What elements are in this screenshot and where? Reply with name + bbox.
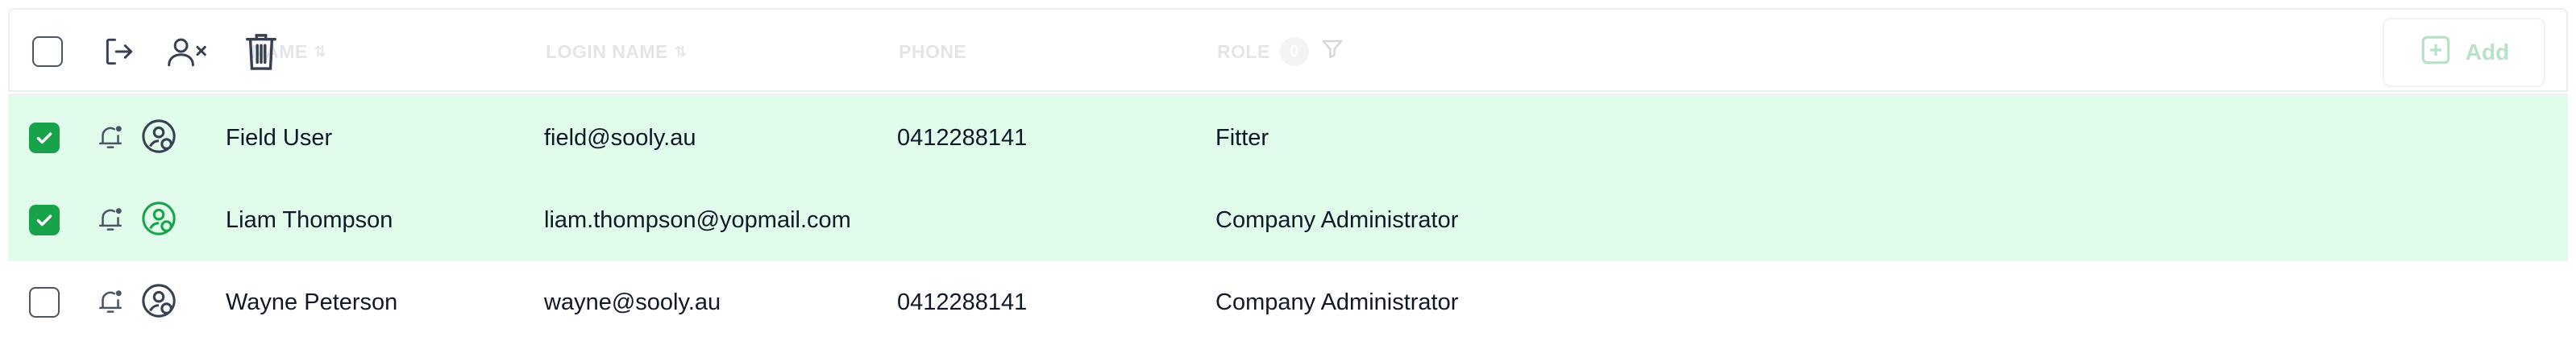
user-name: Liam Thompson [226, 206, 393, 233]
user-login: wayne@sooly.au [544, 289, 721, 315]
role-filter-count-badge: 0 [1279, 37, 1309, 66]
notification-bell-icon[interactable] [95, 203, 126, 239]
user-phone: 0412288141 [897, 289, 1028, 315]
user-role: Company Administrator [1215, 289, 1459, 315]
plus-square-icon [2419, 33, 2453, 73]
row-checkbox[interactable] [29, 205, 60, 235]
table-row[interactable]: Field User field@sooly.au 0412288141 Fit… [8, 97, 2568, 179]
table-header: NAME ⇅ LOGIN NAME ⇅ PHONE ROLE 0 Add [8, 8, 2568, 92]
column-header-phone-label: PHONE [899, 40, 967, 62]
bulk-action-bar [10, 10, 284, 94]
user-name: Wayne Peterson [226, 289, 398, 315]
filter-icon[interactable] [1320, 37, 1344, 66]
row-checkbox[interactable] [29, 123, 60, 153]
column-header-login-label: LOGIN NAME [546, 40, 668, 62]
select-all-checkbox[interactable] [32, 36, 63, 67]
trash-icon[interactable] [239, 29, 284, 74]
notification-bell-icon[interactable] [95, 285, 126, 322]
row-checkbox[interactable] [29, 287, 60, 318]
column-header-phone: PHONE [899, 10, 966, 94]
user-name: Field User [226, 124, 333, 151]
user-login: liam.thompson@yopmail.com [544, 206, 851, 233]
user-role: Fitter [1215, 124, 1269, 151]
user-status-icon[interactable] [140, 200, 177, 241]
column-header-role: ROLE 0 [1217, 10, 1344, 94]
notification-bell-icon[interactable] [95, 121, 126, 157]
logout-icon[interactable] [97, 29, 142, 74]
column-header-role-label: ROLE [1217, 40, 1270, 62]
user-status-icon[interactable] [140, 118, 177, 159]
user-status-icon[interactable] [140, 282, 177, 323]
sort-icon: ⇅ [314, 43, 327, 60]
table-row[interactable]: Liam Thompson liam.thompson@yopmail.com … [8, 179, 2568, 261]
user-login: field@sooly.au [544, 124, 696, 151]
user-phone: 0412288141 [897, 124, 1028, 151]
user-role: Company Administrator [1215, 206, 1459, 233]
remove-user-icon[interactable] [164, 29, 210, 74]
column-header-login[interactable]: LOGIN NAME ⇅ [546, 10, 688, 94]
add-user-label: Add [2465, 40, 2510, 64]
sort-icon: ⇅ [674, 43, 688, 60]
table-row[interactable]: Wayne Peterson wayne@sooly.au 0412288141… [8, 261, 2568, 337]
users-table: NAME ⇅ LOGIN NAME ⇅ PHONE ROLE 0 Add Fie… [8, 8, 2568, 337]
add-user-button[interactable]: Add [2383, 18, 2545, 87]
